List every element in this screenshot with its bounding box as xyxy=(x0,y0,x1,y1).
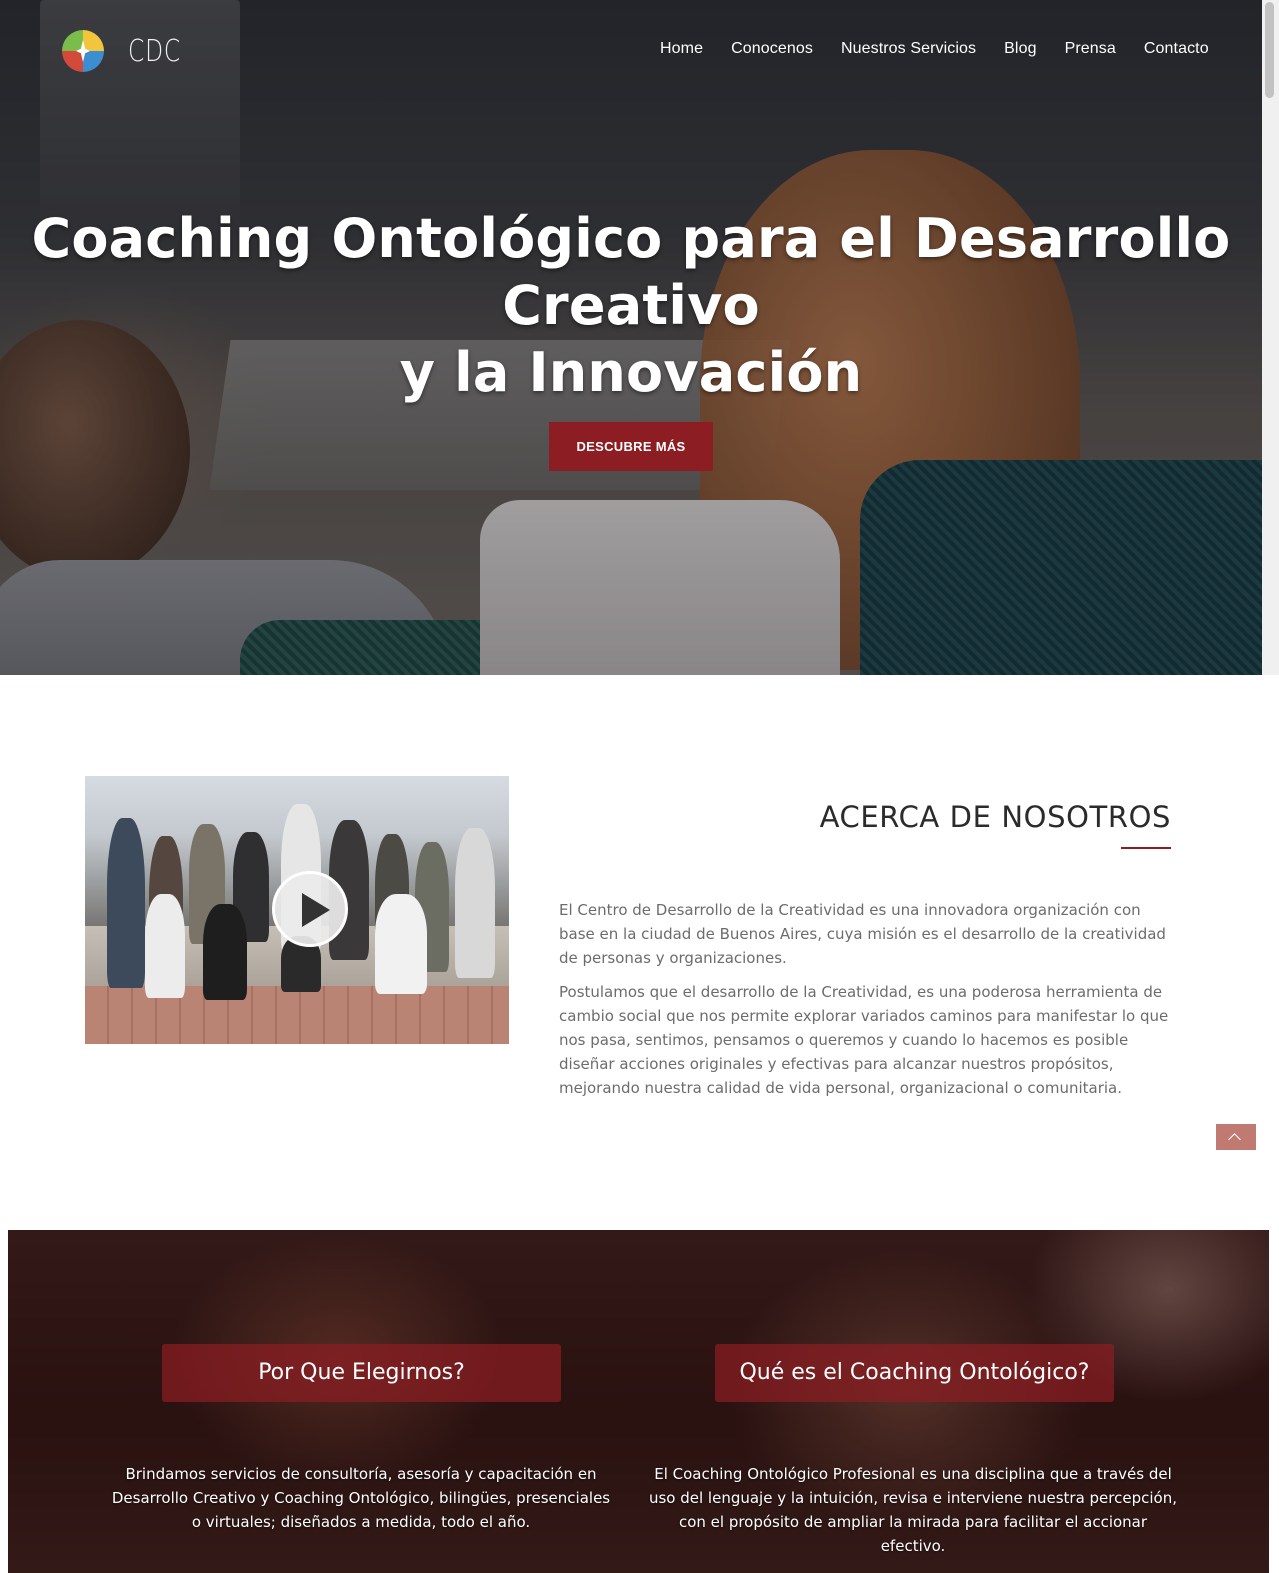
features-section: Por Que Elegirnos? Qué es el Coaching On… xyxy=(8,1230,1269,1573)
about-title-divider xyxy=(1121,847,1171,849)
nav-item-nuestros-servicios[interactable]: Nuestros Servicios xyxy=(841,40,976,58)
star-circle-logo-icon xyxy=(62,30,104,72)
about-paragraph-2: Postulamos que el desarrollo de la Creat… xyxy=(559,983,1169,1097)
hero-title-line2: y la Innovación xyxy=(399,341,863,404)
group-photo-person xyxy=(145,894,185,998)
nav-item-contacto[interactable]: Contacto xyxy=(1144,40,1209,58)
page-scrollbar-thumb[interactable] xyxy=(1265,2,1274,98)
group-photo-person xyxy=(375,894,427,994)
feature-text-what-is-coaching: El Coaching Ontológico Profesional es un… xyxy=(648,1465,1177,1555)
about-title: ACERCA DE NOSOTROS xyxy=(819,800,1171,834)
feature-heading-what-is-coaching: Qué es el Coaching Ontológico? xyxy=(715,1344,1114,1402)
nav-item-conocenos[interactable]: Conocenos xyxy=(731,40,813,58)
nav-item-home[interactable]: Home xyxy=(660,40,703,58)
nav-item-prensa[interactable]: Prensa xyxy=(1065,40,1116,58)
discover-more-button[interactable]: DESCUBRE MÁS xyxy=(549,422,713,471)
nav-item-blog[interactable]: Blog xyxy=(1004,40,1036,58)
feature-text-why-us: Brindamos servicios de consultoría, ases… xyxy=(111,1465,611,1531)
hero-section: CDC Home Conocenos Nuestros Servicios Bl… xyxy=(0,0,1262,675)
group-photo-person xyxy=(455,828,495,978)
about-video-thumbnail[interactable] xyxy=(85,776,509,1044)
play-icon[interactable] xyxy=(272,871,348,947)
brand-logo[interactable]: CDC xyxy=(62,30,196,72)
hero-title-line1: Coaching Ontológico para el Desarrollo C… xyxy=(31,207,1231,337)
about-paragraph-1: El Centro de Desarrollo de la Creativida… xyxy=(559,901,1166,967)
main-nav: Home Conocenos Nuestros Servicios Blog P… xyxy=(660,40,1237,58)
feature-heading-why-us: Por Que Elegirnos? xyxy=(162,1344,561,1402)
brand-name: CDC xyxy=(128,33,182,69)
hero-title: Coaching Ontológico para el Desarrollo C… xyxy=(0,205,1262,406)
group-photo-person xyxy=(107,818,145,988)
page-scrollbar[interactable] xyxy=(1262,0,1279,675)
group-photo-person xyxy=(203,904,247,1000)
chevron-up-icon[interactable] xyxy=(1216,1124,1256,1150)
